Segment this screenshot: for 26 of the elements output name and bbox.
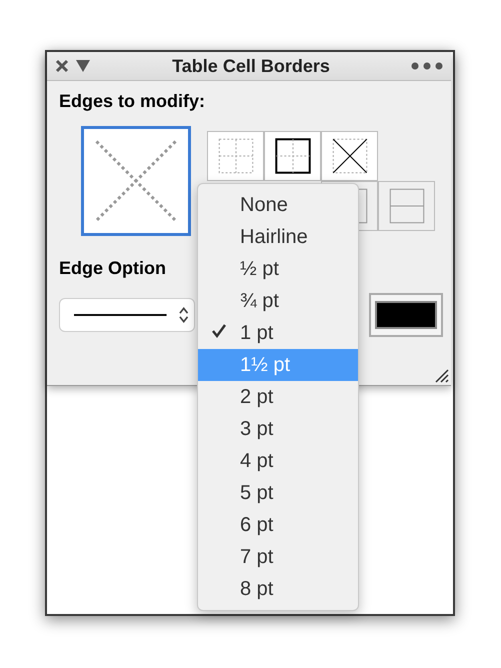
chevron-updown-icon: [178, 306, 188, 324]
menu-item[interactable]: 3 pt: [198, 413, 358, 445]
line-sample-icon: [74, 314, 167, 316]
edge-button[interactable]: [264, 131, 321, 181]
edge-button[interactable]: [321, 131, 378, 181]
menu-item[interactable]: 5 pt: [198, 477, 358, 509]
resize-grip-icon[interactable]: [433, 367, 449, 383]
collapse-icon[interactable]: [75, 59, 91, 73]
section-heading: Edges to modify:: [59, 91, 206, 112]
menu-item[interactable]: None: [198, 189, 358, 221]
checkmark-icon: [211, 322, 227, 338]
menu-item[interactable]: ¾ pt: [198, 285, 358, 317]
section-heading: Edge Option: [59, 258, 166, 279]
menu-item[interactable]: 8 pt: [198, 573, 358, 605]
close-icon[interactable]: [55, 59, 69, 73]
more-icon[interactable]: [411, 62, 443, 70]
line-style-popup[interactable]: [59, 298, 195, 332]
window-title: Table Cell Borders: [171, 56, 331, 76]
menu-item[interactable]: 7 pt: [198, 541, 358, 573]
menu-item[interactable]: ½ pt: [198, 253, 358, 285]
menu-item[interactable]: 2 pt: [198, 381, 358, 413]
menu-item[interactable]: 4 pt: [198, 445, 358, 477]
color-well[interactable]: [369, 293, 443, 337]
menu-item[interactable]: Hairline: [198, 221, 358, 253]
menu-item[interactable]: 6 pt: [198, 509, 358, 541]
menu-item[interactable]: 1 pt: [198, 317, 358, 349]
